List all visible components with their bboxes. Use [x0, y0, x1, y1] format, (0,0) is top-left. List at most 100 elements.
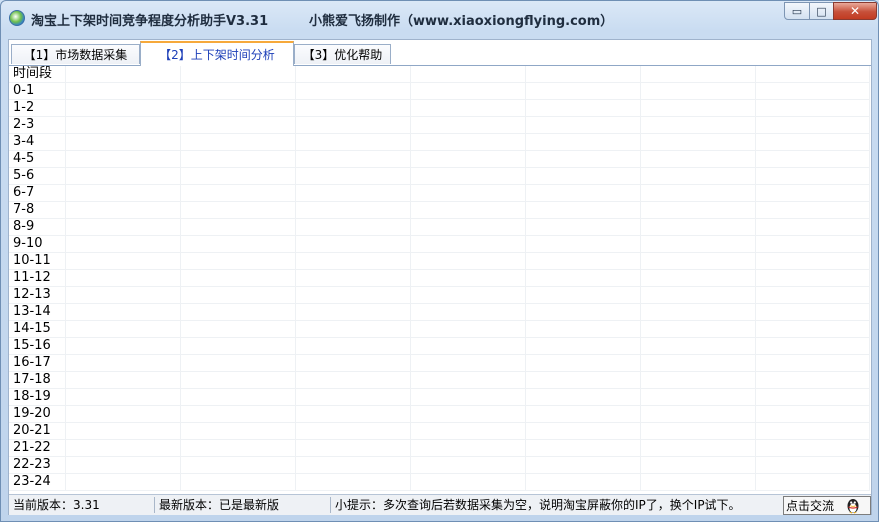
grid-cell[interactable] [755, 82, 870, 100]
grid-cell[interactable] [755, 320, 870, 338]
grid-cell[interactable] [640, 252, 756, 270]
grid-cell[interactable] [640, 320, 756, 338]
grid-cell[interactable] [410, 201, 526, 219]
grid-cell[interactable] [180, 99, 296, 117]
time-slot-label[interactable]: 1-2 [9, 99, 66, 117]
time-slot-label[interactable]: 18-19 [9, 388, 66, 406]
table-row[interactable]: 22-23 [9, 456, 870, 474]
grid-cell[interactable] [640, 82, 756, 100]
grid-cell[interactable] [180, 133, 296, 151]
table-row[interactable]: 1-2 [9, 99, 870, 117]
grid-cell[interactable] [295, 405, 411, 423]
grid-cell[interactable] [755, 473, 870, 491]
time-slot-label[interactable]: 8-9 [9, 218, 66, 236]
grid-cell[interactable] [410, 82, 526, 100]
grid-cell[interactable] [65, 133, 181, 151]
time-slot-label[interactable]: 3-4 [9, 133, 66, 151]
maximize-button[interactable]: □ [809, 2, 834, 20]
grid-cell[interactable] [640, 439, 756, 457]
grid-cell[interactable] [180, 388, 296, 406]
time-slot-label[interactable]: 10-11 [9, 252, 66, 270]
grid-cell[interactable] [65, 422, 181, 440]
grid-cell[interactable] [525, 473, 641, 491]
grid-cell[interactable] [525, 82, 641, 100]
grid-cell[interactable] [410, 99, 526, 117]
time-slot-label[interactable]: 2-3 [9, 116, 66, 134]
table-row[interactable]: 7-8 [9, 201, 870, 219]
time-slot-label[interactable]: 21-22 [9, 439, 66, 457]
minimize-button[interactable]: ▭ [784, 2, 810, 20]
grid-cell[interactable] [65, 405, 181, 423]
grid-cell[interactable] [525, 66, 641, 83]
grid-cell[interactable] [295, 439, 411, 457]
time-slot-label[interactable]: 17-18 [9, 371, 66, 389]
grid-cell[interactable] [295, 337, 411, 355]
grid-cell[interactable] [525, 388, 641, 406]
grid-cell[interactable] [410, 269, 526, 287]
grid-cell[interactable] [180, 354, 296, 372]
grid-cell[interactable] [410, 337, 526, 355]
table-row[interactable]: 11-12 [9, 269, 870, 287]
grid-cell[interactable] [755, 303, 870, 321]
grid-cell[interactable] [640, 99, 756, 117]
tab-market-data[interactable]: 【1】市场数据采集 [11, 44, 140, 64]
grid-cell[interactable] [65, 354, 181, 372]
grid-cell[interactable] [755, 354, 870, 372]
grid-cell[interactable] [180, 82, 296, 100]
grid-cell[interactable] [410, 320, 526, 338]
grid-cell[interactable] [65, 388, 181, 406]
grid-cell[interactable] [525, 235, 641, 253]
grid-cell[interactable] [295, 286, 411, 304]
table-row[interactable]: 10-11 [9, 252, 870, 270]
grid-cell[interactable] [410, 388, 526, 406]
grid-cell[interactable] [180, 218, 296, 236]
grid-cell[interactable] [640, 269, 756, 287]
time-slot-label[interactable]: 9-10 [9, 235, 66, 253]
grid-cell[interactable] [525, 167, 641, 185]
grid-cell[interactable] [180, 405, 296, 423]
table-row[interactable]: 0-1 [9, 82, 870, 100]
grid-cell[interactable] [755, 269, 870, 287]
grid-cell[interactable] [525, 133, 641, 151]
grid-cell[interactable] [180, 252, 296, 270]
grid-cell[interactable] [640, 133, 756, 151]
grid-cell[interactable] [180, 286, 296, 304]
grid-cell[interactable] [640, 286, 756, 304]
grid-cell[interactable] [295, 371, 411, 389]
grid-cell[interactable] [755, 116, 870, 134]
grid-cell[interactable] [640, 218, 756, 236]
grid-cell[interactable] [410, 286, 526, 304]
grid-cell[interactable] [295, 66, 411, 83]
table-row[interactable]: 14-15 [9, 320, 870, 338]
grid-cell[interactable] [525, 422, 641, 440]
grid-cell[interactable] [410, 252, 526, 270]
column-header-time-slot[interactable]: 时间段 [9, 66, 66, 83]
time-slot-label[interactable]: 13-14 [9, 303, 66, 321]
grid-cell[interactable] [65, 99, 181, 117]
grid-cell[interactable] [755, 184, 870, 202]
grid-cell[interactable] [640, 184, 756, 202]
table-row[interactable]: 3-4 [9, 133, 870, 151]
grid-cell[interactable] [525, 456, 641, 474]
grid-cell[interactable] [755, 150, 870, 168]
close-button[interactable]: ✕ [833, 2, 877, 20]
grid-cell[interactable] [755, 371, 870, 389]
grid-cell[interactable] [525, 150, 641, 168]
grid-cell[interactable] [755, 133, 870, 151]
grid-cell[interactable] [295, 388, 411, 406]
tab-optimization-help[interactable]: 【3】优化帮助 [294, 44, 391, 64]
grid-cell[interactable] [295, 201, 411, 219]
time-slot-label[interactable]: 0-1 [9, 82, 66, 100]
grid-cell[interactable] [410, 354, 526, 372]
grid-cell[interactable] [525, 269, 641, 287]
grid-cell[interactable] [65, 218, 181, 236]
grid-cell[interactable] [640, 201, 756, 219]
grid-cell[interactable] [640, 235, 756, 253]
tab-listing-time-analysis[interactable]: 【2】上下架时间分析 [140, 41, 294, 66]
grid-cell[interactable] [640, 354, 756, 372]
grid-cell[interactable] [755, 405, 870, 423]
chat-button[interactable]: 点击交流 [783, 496, 871, 515]
time-slot-label[interactable]: 14-15 [9, 320, 66, 338]
grid-cell[interactable] [755, 456, 870, 474]
grid-cell[interactable] [180, 269, 296, 287]
